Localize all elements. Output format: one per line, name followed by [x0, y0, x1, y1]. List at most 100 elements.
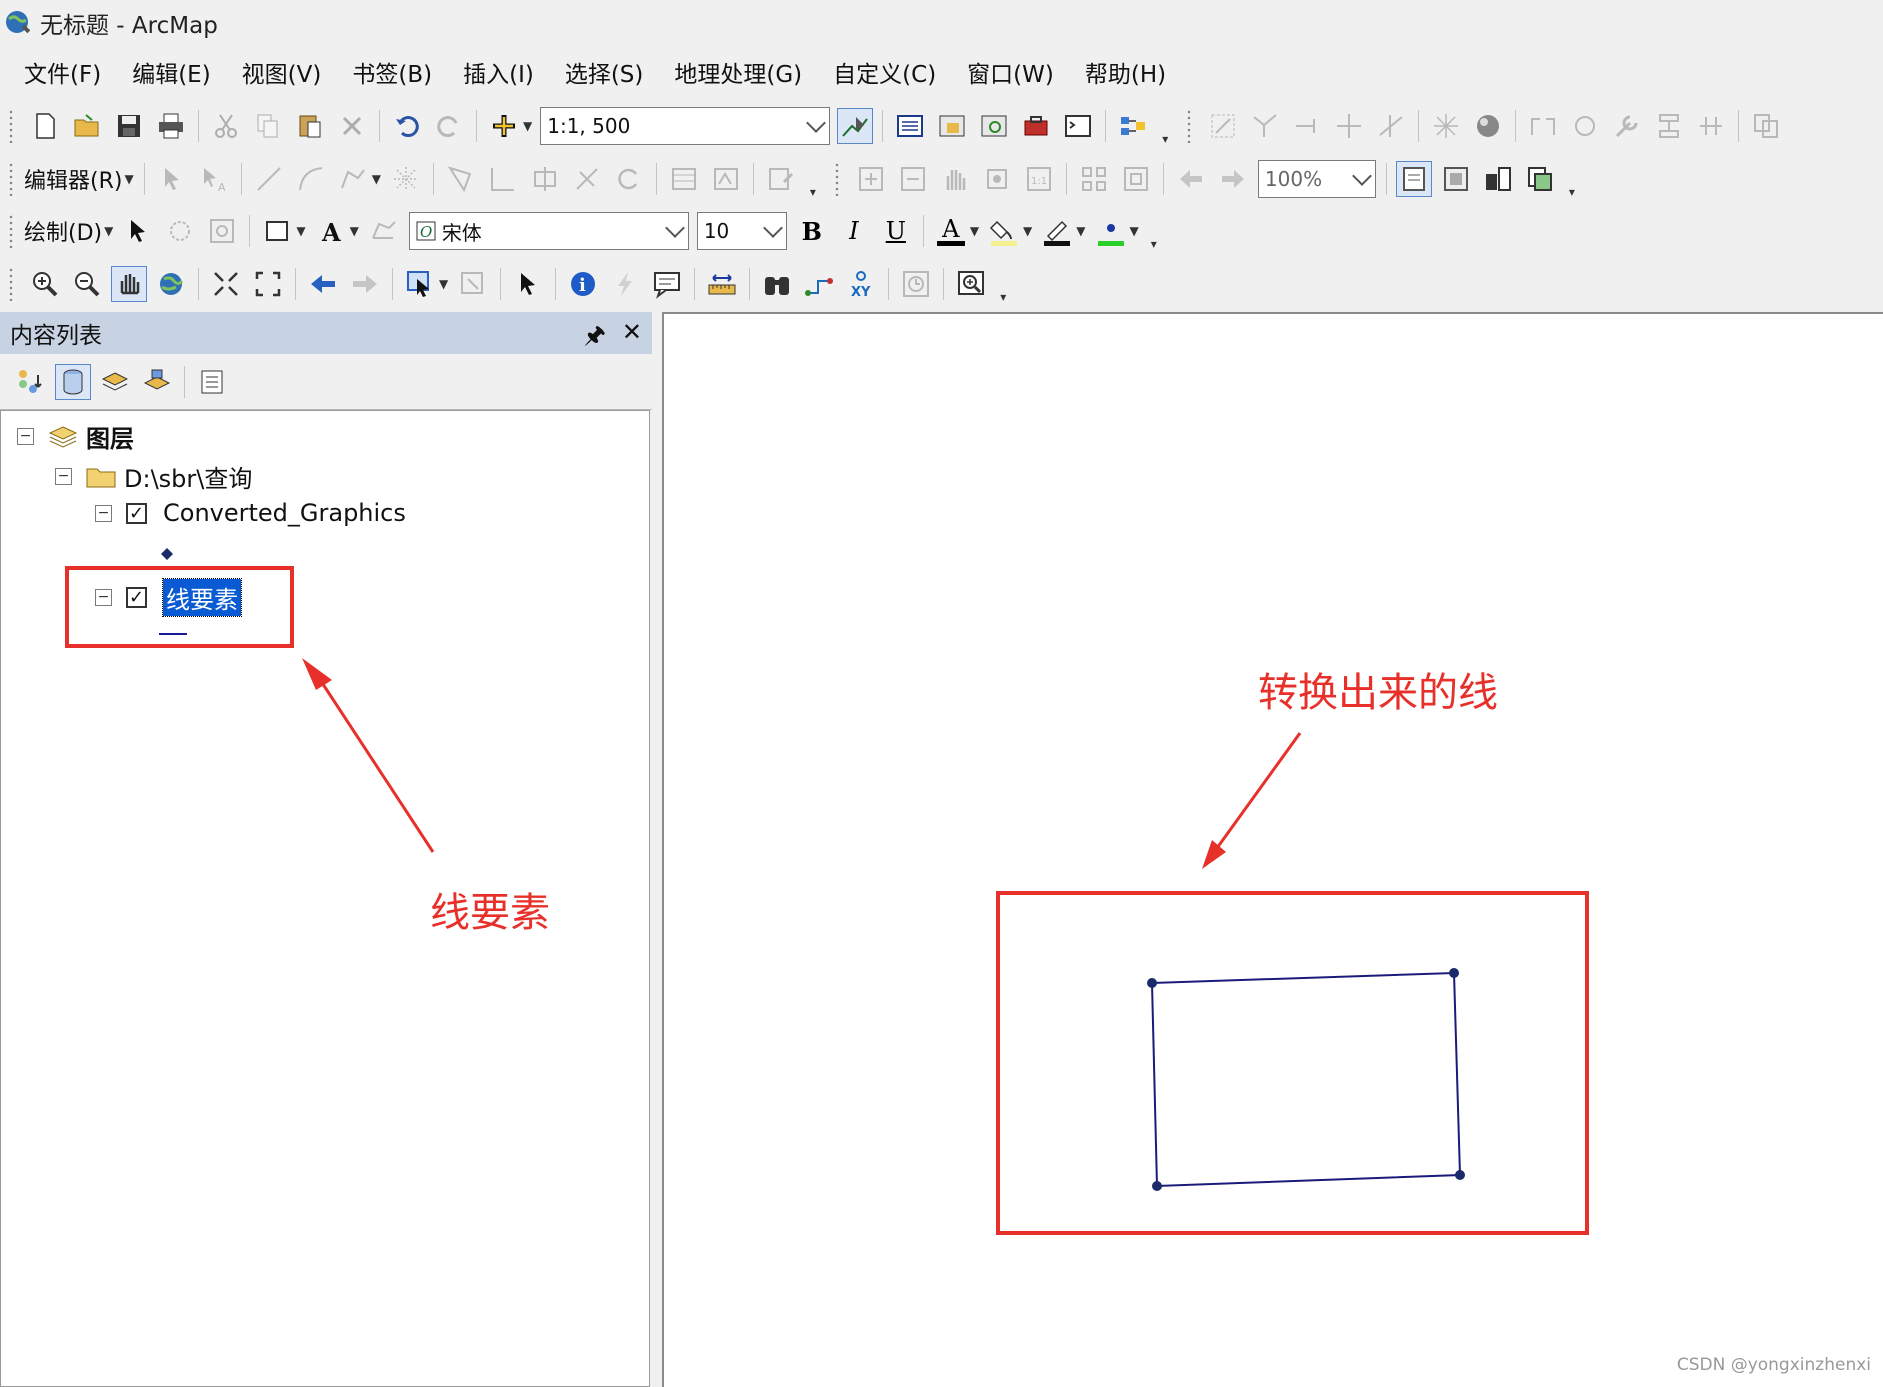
add-data-button[interactable]: [486, 108, 522, 144]
tree-root-layers[interactable]: − 图层: [17, 419, 134, 454]
align-vertical-button[interactable]: [1651, 108, 1687, 144]
layer-visibility-checkbox[interactable]: ✓: [126, 587, 147, 608]
join-tool-button[interactable]: [1525, 108, 1561, 144]
font-name-combobox[interactable]: O 宋体: [408, 212, 689, 250]
toolbar-grip[interactable]: [8, 267, 14, 301]
editor-menu-button[interactable]: 编辑器(R): [24, 163, 122, 195]
zoom-100-button[interactable]: 1:1: [1021, 161, 1057, 197]
chevron-down-icon[interactable]: ▼: [372, 172, 381, 186]
go-forward-extent-button[interactable]: [347, 266, 383, 302]
pan-button[interactable]: [111, 266, 147, 302]
find-button[interactable]: [759, 266, 795, 302]
menu-view[interactable]: 视图(V): [242, 55, 322, 89]
search-window-button[interactable]: [976, 108, 1012, 144]
full-extent-button[interactable]: [153, 266, 189, 302]
menu-bookmarks[interactable]: 书签(B): [352, 55, 432, 89]
list-by-drawing-order-button[interactable]: [13, 364, 49, 400]
pan-layout-button[interactable]: [937, 161, 973, 197]
menu-windows[interactable]: 窗口(W): [967, 55, 1054, 89]
menu-file[interactable]: 文件(F): [24, 55, 101, 89]
create-features-button[interactable]: [763, 161, 799, 197]
vertex-tool-button[interactable]: [1247, 108, 1283, 144]
measure-button[interactable]: [704, 266, 740, 302]
collapse-toggle-icon[interactable]: −: [95, 504, 112, 522]
delete-button[interactable]: [334, 108, 370, 144]
zoom-whole-page-button[interactable]: [979, 161, 1015, 197]
identify-button[interactable]: i: [565, 266, 601, 302]
chevron-down-icon[interactable]: ▼: [1076, 224, 1085, 238]
new-text-button[interactable]: A: [313, 213, 349, 249]
edit-annotation-button[interactable]: A: [196, 161, 232, 197]
new-document-button[interactable]: [27, 108, 63, 144]
select-elements-button[interactable]: [120, 213, 156, 249]
snap-tool-button[interactable]: [1205, 108, 1241, 144]
copy-layout-button[interactable]: [1748, 108, 1784, 144]
edge-tool-button[interactable]: [1289, 108, 1325, 144]
zoom-to-selected-elements-button[interactable]: [204, 213, 240, 249]
menu-insert[interactable]: 插入(I): [463, 55, 534, 89]
point-button[interactable]: [388, 161, 424, 197]
tree-folder-node[interactable]: − D:\sbr\查询: [55, 459, 252, 494]
chevron-down-icon[interactable]: ▼: [1023, 224, 1032, 238]
zoom-percent-combobox[interactable]: 100%: [1257, 160, 1376, 198]
fixed-zoom-out-layout-button[interactable]: [1118, 161, 1154, 197]
chevron-down-icon[interactable]: ▼: [124, 172, 133, 186]
edit-tool-button[interactable]: [154, 161, 190, 197]
end-point-arc-button[interactable]: [293, 161, 329, 197]
modelbuilder-button[interactable]: [1115, 108, 1151, 144]
chevron-down-icon[interactable]: ▼: [350, 224, 359, 238]
toolbar-overflow-icon[interactable]: ▾: [1565, 159, 1579, 199]
angle-tool-button[interactable]: [1373, 108, 1409, 144]
fill-color-button[interactable]: [986, 213, 1022, 249]
map-scale-combobox[interactable]: 1:1, 500: [540, 107, 831, 145]
go-to-xy-button[interactable]: XY: [843, 266, 879, 302]
create-viewer-window-button[interactable]: [953, 266, 989, 302]
trace-button[interactable]: [335, 161, 371, 197]
fixed-zoom-in-button[interactable]: [208, 266, 244, 302]
fixed-zoom-in-layout-button[interactable]: [1076, 161, 1112, 197]
change-layout-button[interactable]: [1480, 161, 1516, 197]
print-button[interactable]: [153, 108, 189, 144]
sketch-properties-button[interactable]: [708, 161, 744, 197]
draw-menu-button[interactable]: 绘制(D): [24, 215, 102, 247]
zoom-in-layout-button[interactable]: [853, 161, 889, 197]
previous-extent-layout-button[interactable]: [1173, 161, 1209, 197]
tools-button[interactable]: [1609, 108, 1645, 144]
collapse-toggle-icon[interactable]: −: [55, 468, 72, 485]
copy-button[interactable]: [250, 108, 286, 144]
zoom-in-button[interactable]: [27, 266, 63, 302]
python-window-button[interactable]: [1060, 108, 1096, 144]
hyperlink-button[interactable]: [607, 266, 643, 302]
list-by-visibility-button[interactable]: [97, 364, 133, 400]
editor-toolbar-button[interactable]: [837, 108, 874, 144]
time-slider-button[interactable]: [898, 266, 934, 302]
edit-vertices-draw-button[interactable]: [366, 213, 402, 249]
cut-button[interactable]: [208, 108, 244, 144]
zoom-out-layout-button[interactable]: [895, 161, 931, 197]
menu-help[interactable]: 帮助(H): [1085, 55, 1166, 89]
pin-icon[interactable]: 🖈: [584, 318, 606, 359]
collapse-toggle-icon[interactable]: −: [17, 428, 34, 445]
paste-button[interactable]: [292, 108, 328, 144]
font-color-button[interactable]: A: [933, 213, 969, 249]
focus-data-frame-button[interactable]: [1438, 161, 1474, 197]
undo-button[interactable]: [389, 108, 425, 144]
next-extent-layout-button[interactable]: [1215, 161, 1251, 197]
chevron-down-icon[interactable]: ▼: [970, 224, 979, 238]
open-button[interactable]: [69, 108, 105, 144]
toolbar-overflow-icon[interactable]: ▾: [1158, 106, 1172, 146]
menu-edit[interactable]: 编辑(E): [132, 55, 210, 89]
menu-selection[interactable]: 选择(S): [565, 55, 644, 89]
line-color-button[interactable]: [1039, 213, 1075, 249]
fixed-zoom-out-button[interactable]: [250, 266, 286, 302]
catalog-window-button[interactable]: [934, 108, 970, 144]
chevron-down-icon[interactable]: ▼: [523, 119, 532, 133]
sparkle-tool-button[interactable]: [1428, 108, 1464, 144]
list-by-source-button[interactable]: [55, 363, 91, 400]
sphere-tool-button[interactable]: [1470, 108, 1506, 144]
toolbar-grip[interactable]: [8, 162, 14, 196]
underline-button[interactable]: U: [878, 213, 914, 249]
chevron-down-icon[interactable]: ▼: [1130, 224, 1139, 238]
go-back-extent-button[interactable]: [305, 266, 341, 302]
font-size-combobox[interactable]: 10: [696, 212, 787, 250]
